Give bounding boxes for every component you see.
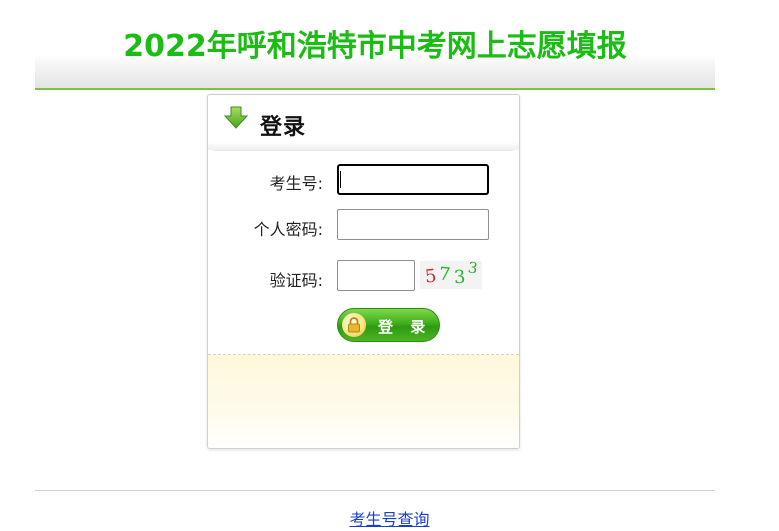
- login-button-label: 登 录: [378, 318, 432, 336]
- candidate-number-input[interactable]: [337, 164, 489, 195]
- header-banner: 2022年呼和浩特市中考网上志愿填报: [35, 0, 715, 90]
- login-panel-header: 登录: [208, 95, 519, 150]
- login-button[interactable]: 登 录: [337, 308, 440, 342]
- candidate-number-lookup-link[interactable]: 考生号查询: [0, 506, 779, 530]
- text-caret: [340, 171, 341, 188]
- login-heading: 登录: [260, 115, 307, 140]
- captcha-input[interactable]: [337, 260, 415, 291]
- captcha-image[interactable]: 5 7 3 3: [420, 258, 482, 289]
- header-divider: [214, 150, 513, 151]
- password-label: 个人密码:: [253, 220, 323, 239]
- captcha-digit: 3: [453, 266, 467, 289]
- candidate-number-label: 考生号:: [269, 174, 323, 193]
- green-down-arrow-icon: [223, 105, 249, 131]
- page-title: 2022年呼和浩特市中考网上志愿填报: [123, 29, 627, 64]
- captcha-digit: 5: [423, 265, 438, 288]
- padlock-icon: [342, 313, 366, 337]
- login-panel-footer: [208, 354, 519, 448]
- captcha-digit: 7: [438, 263, 452, 286]
- footer-divider: [35, 490, 715, 491]
- captcha-label: 验证码:: [269, 271, 323, 290]
- password-input[interactable]: [337, 209, 489, 240]
- captcha-digit: 3: [466, 258, 479, 278]
